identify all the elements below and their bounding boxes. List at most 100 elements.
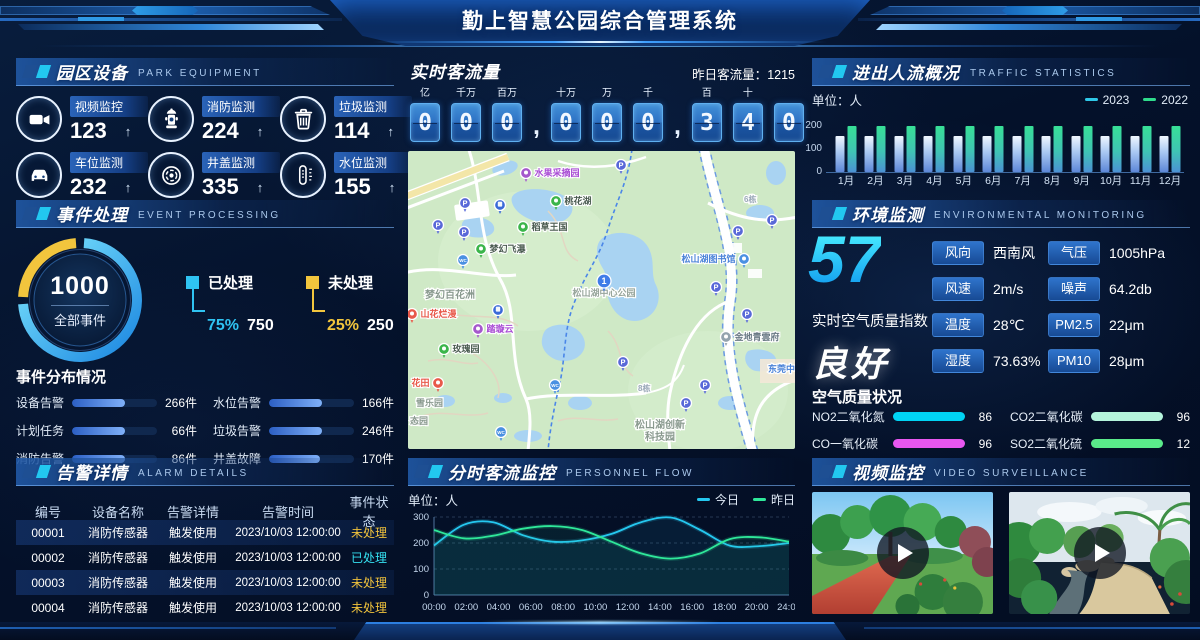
equipment-stats-grid: 视频监控 123↑ 消防监测 224↑ 垃圾监测 114↑ 车位监测 232↑ …: [16, 96, 394, 198]
legend-swatch: [1143, 98, 1156, 101]
distribution-title: 事件分布情况: [16, 366, 106, 387]
svg-text:东莞中: 东莞中: [768, 363, 795, 374]
env-metric-value: 2m/s: [993, 281, 1023, 297]
table-row[interactable]: 00002消防传感器触发使用2023/10/03 12:00:00 已处理: [16, 545, 394, 570]
traffic-months: 1月 2月 3月 4月: [832, 124, 1184, 188]
svg-text:300: 300: [413, 512, 429, 523]
svg-text:玫瑰园: 玫瑰园: [453, 343, 480, 354]
play-button[interactable]: [1074, 527, 1126, 579]
distribution-grid: 设备告警 266件 水位告警 166件 计划任务 66件 垃圾告警 246件 消…: [16, 394, 394, 467]
donut-legend-item[interactable]: 未处理 25%250: [306, 272, 394, 335]
legend-label: 未处理: [328, 272, 373, 293]
svg-text:WC: WC: [459, 258, 467, 263]
y-tick-label: 0: [816, 166, 822, 177]
env-metric-label: 噪声: [1048, 277, 1100, 301]
legend-item[interactable]: 今日: [697, 491, 739, 508]
month-label: 12月: [1156, 173, 1184, 188]
table-row[interactable]: 00003消防传感器触发使用2023/10/03 12:00:00 未处理: [16, 570, 394, 595]
bar-2023: [836, 136, 845, 172]
section-header-park-equipment: 园区设备 PARK EQUIPMENT: [16, 58, 394, 86]
svg-text:踏璇云: 踏璇云: [487, 323, 514, 334]
env-metric-value: 64.2db: [1109, 281, 1152, 297]
distribution-track: [72, 399, 157, 407]
traffic-y-axis: 0100200: [800, 124, 826, 172]
yesterday-flow: 昨日客流量：1215: [408, 64, 795, 83]
svg-text:P: P: [435, 221, 440, 230]
month-label: 11月: [1127, 173, 1155, 188]
env-metric-label: 风向: [932, 241, 984, 265]
park-map[interactable]: 梦幻百花洲松山湖中心公园6栋8栋东莞中松山湖创新科技园雪乐园态园 水果采摘园桃花…: [408, 151, 795, 449]
svg-text:18:00: 18:00: [713, 602, 737, 613]
svg-text:20:00: 20:00: [745, 602, 769, 613]
svg-text:P: P: [735, 227, 740, 236]
env-metric-label: 风速: [932, 277, 984, 301]
legend-count: 750: [247, 317, 274, 335]
distribution-value: 246件: [360, 422, 394, 439]
up-arrow-icon: ↑: [257, 181, 264, 194]
month-label: 6月: [979, 173, 1007, 188]
legend-item[interactable]: 昨日: [753, 491, 795, 508]
donut-legend-item[interactable]: 已处理 75%750: [186, 272, 274, 335]
stat-value: 232↑: [70, 176, 148, 198]
header-mark-icon: [36, 207, 51, 220]
bar-2023: [983, 136, 992, 172]
svg-text:04:00: 04:00: [487, 602, 511, 613]
section-title: 进出人流概况: [852, 59, 960, 84]
car-icon: [16, 152, 62, 198]
bar-2023: [924, 136, 933, 172]
legend-count: 250: [367, 317, 394, 335]
bar-2022: [906, 126, 915, 172]
section-subtitle: PARK EQUIPMENT: [138, 64, 262, 79]
table-row[interactable]: 00001消防传感器触发使用2023/10/03 12:00:00 未处理: [16, 520, 394, 545]
stat-value: 224↑: [202, 120, 280, 142]
personnel-flow-chart: 010020030000:0002:0004:0006:0008:0010:00…: [408, 510, 795, 614]
month-label: 2月: [861, 173, 889, 188]
month-label: 5月: [950, 173, 978, 188]
distribution-value: 66件: [163, 422, 197, 439]
svg-text:水果采摘园: 水果采摘园: [535, 167, 580, 178]
svg-text:08:00: 08:00: [551, 602, 575, 613]
legend-label: 2023: [1103, 93, 1130, 107]
aqi-label: 实时空气质量指数: [812, 310, 928, 331]
status-badge: 已处理: [346, 549, 392, 566]
distribution-bar: 计划任务 66件: [16, 422, 197, 439]
app-header: 勤上智慧公园综合管理系统: [330, 0, 870, 46]
stat-label: 视频监控: [70, 96, 148, 117]
stat-label: 车位监测: [70, 152, 148, 173]
air-quality-label: CO2二氧化碳: [1010, 408, 1084, 425]
env-metric: 温度 28℃: [932, 314, 1048, 336]
table-row[interactable]: 00004消防传感器触发使用2023/10/03 12:00:00 未处理: [16, 595, 394, 620]
equipment-stat: 水位监测 155↑: [280, 152, 412, 198]
bar-2022: [1142, 126, 1151, 172]
top-right-decoration: [858, 4, 1200, 36]
video-thumbnail-2[interactable]: [1009, 492, 1190, 614]
distribution-track: [269, 427, 354, 435]
legend-swatch: [1085, 98, 1098, 101]
bar-2022: [995, 126, 1004, 172]
header-mark-icon: [22, 65, 37, 78]
svg-text:山花烂漫: 山花烂漫: [421, 308, 458, 319]
dashboard: 勤上智慧公园综合管理系统 园区设备 PARK EQUIPMENT 视频监控 12…: [0, 0, 1200, 640]
svg-text:P: P: [702, 381, 707, 390]
header-mark-icon: [832, 465, 847, 478]
svg-text:P: P: [461, 228, 466, 237]
header-mark-icon: [22, 465, 37, 478]
traffic-month-group: 6月: [979, 124, 1007, 188]
svg-text:100: 100: [413, 564, 429, 575]
digit-cell: 万0: [592, 88, 622, 142]
yesterday-value: 1215: [767, 68, 795, 82]
bar-2023: [953, 136, 962, 172]
traffic-month-group: 11月: [1127, 124, 1155, 188]
y-tick-label: 200: [805, 120, 822, 131]
svg-text:06:00: 06:00: [519, 602, 543, 613]
video-thumbnail-1[interactable]: [812, 492, 993, 614]
svg-text:14:00: 14:00: [648, 602, 672, 613]
month-label: 9月: [1068, 173, 1096, 188]
play-button[interactable]: [877, 527, 929, 579]
header-mark-icon: [832, 207, 847, 220]
traffic-month-group: 3月: [891, 124, 919, 188]
legend-item[interactable]: 2022: [1143, 93, 1188, 107]
svg-text:0: 0: [424, 590, 429, 601]
legend-item[interactable]: 2023: [1085, 93, 1130, 107]
header-mark-icon: [818, 465, 833, 478]
